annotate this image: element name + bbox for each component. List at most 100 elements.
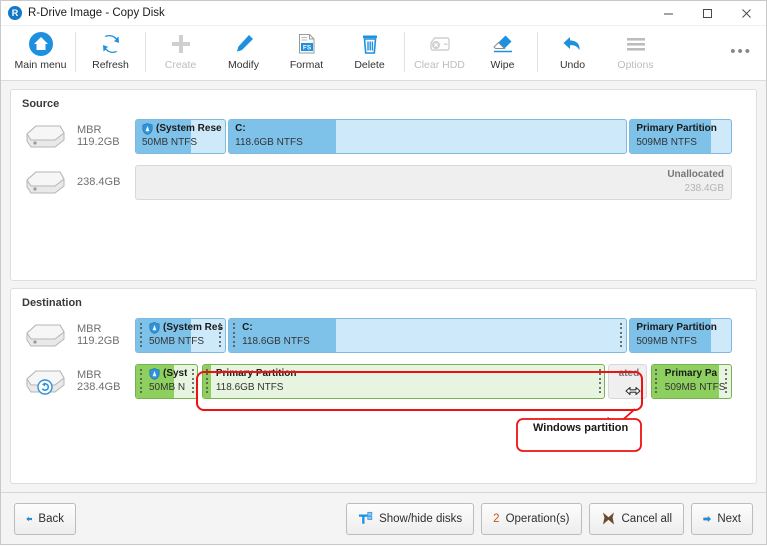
partition-name: (System Res bbox=[163, 321, 224, 333]
next-button[interactable]: Next bbox=[691, 502, 753, 535]
shield-icon bbox=[142, 122, 153, 135]
toolbar-button-modify[interactable]: Modify bbox=[212, 26, 275, 79]
disk-capacity: 238.4GB bbox=[77, 175, 121, 188]
disk-capacity: 238.4GB bbox=[77, 381, 121, 393]
partition-block[interactable]: Primary Pa 509MB NTFS bbox=[650, 363, 732, 399]
hard-disk-icon bbox=[23, 320, 67, 350]
partition-size: 50MB NTFS bbox=[149, 335, 205, 347]
partition-block-unallocated[interactable]: ated bbox=[607, 363, 648, 399]
partition-size: 50MB NTFS bbox=[142, 136, 198, 148]
source-panel: Source MBR 119.2GB (System Rese 50MB NTF… bbox=[10, 89, 757, 281]
partition-resize-handle-right[interactable] bbox=[218, 322, 223, 349]
toolbar-label: Clear HDD bbox=[414, 59, 465, 71]
disk-scheme: MBR bbox=[77, 322, 102, 335]
partition-resize-handle-left[interactable] bbox=[138, 322, 143, 349]
partition-size: 118.6GB NTFS bbox=[235, 136, 303, 148]
partition-resize-handle-left[interactable] bbox=[231, 322, 236, 349]
partition-block[interactable]: C: 118.6GB NTFS bbox=[228, 317, 627, 353]
toolbar-button-undo[interactable]: Undo bbox=[541, 26, 604, 79]
partition-block[interactable]: Primary Partition 509MB NTFS bbox=[629, 317, 732, 353]
arrow-right-icon bbox=[703, 515, 712, 522]
toolbar-separator bbox=[537, 32, 538, 72]
partition-block[interactable]: Primary Partition 509MB NTFS bbox=[629, 118, 732, 154]
plus-icon bbox=[169, 30, 193, 57]
hard-disk-restore-icon bbox=[23, 366, 67, 396]
partition-resize-handle-right[interactable] bbox=[597, 368, 602, 395]
partition-name: C: bbox=[242, 321, 253, 333]
partition-name: Primary Pa bbox=[664, 367, 718, 379]
toolbar-button-wipe[interactable]: Wipe bbox=[471, 26, 534, 79]
partition-block[interactable]: (Syst 50MB N bbox=[135, 363, 199, 399]
content-area: Source MBR 119.2GB (System Rese 50MB NTF… bbox=[1, 81, 766, 492]
minimize-icon[interactable] bbox=[649, 1, 688, 26]
show-hide-disks-button[interactable]: Show/hide disks bbox=[346, 502, 475, 535]
destination-disk-2-partition-bar: (Syst 50MB N Primary Partition 118.6GB N… bbox=[135, 363, 732, 399]
partition-resize-handle-right[interactable] bbox=[724, 368, 729, 395]
partition-block-windows[interactable]: Primary Partition 118.6GB NTFS bbox=[201, 363, 606, 399]
title-bar: R R-Drive Image - Copy Disk bbox=[1, 1, 766, 26]
destination-disk-1-partition-bar: (System Res 50MB NTFS C: 118.6GB NTFS Pr… bbox=[135, 317, 732, 353]
toolbar-label: Delete bbox=[354, 59, 385, 71]
fs-file-icon: FS bbox=[295, 30, 319, 57]
partition-resize-handle-left[interactable] bbox=[205, 368, 210, 395]
maximize-icon[interactable] bbox=[688, 1, 727, 26]
partition-name: Primary Partition bbox=[636, 321, 717, 333]
toolbar-button-refresh[interactable]: Refresh bbox=[79, 26, 142, 79]
partition-block-unallocated[interactable]: Unallocated 238.4GB bbox=[135, 164, 732, 200]
partition-block[interactable]: (System Res 50MB NTFS bbox=[135, 317, 226, 353]
toolbar-button-clear-hdd[interactable]: Clear HDD bbox=[408, 26, 471, 79]
destination-disk-1-label: MBR 119.2GB bbox=[77, 323, 135, 348]
toolbar-label: Main menu bbox=[14, 59, 67, 71]
toolbar-label: Refresh bbox=[92, 59, 129, 71]
back-button[interactable]: Back bbox=[14, 502, 76, 535]
shield-icon bbox=[149, 321, 160, 334]
partition-name: (Syst bbox=[163, 367, 188, 379]
partition-resize-handle-left[interactable] bbox=[138, 368, 143, 395]
window-title: R-Drive Image - Copy Disk bbox=[28, 7, 165, 19]
partition-resize-handle-right[interactable] bbox=[619, 322, 624, 349]
close-icon[interactable] bbox=[727, 1, 766, 26]
partition-block[interactable]: (System Rese 50MB NTFS bbox=[135, 118, 226, 154]
destination-disk-row-1[interactable]: MBR 119.2GB (System Res 50MB NTFS C: 118… bbox=[11, 315, 756, 355]
partition-resize-handle-right[interactable] bbox=[190, 368, 195, 395]
source-disk-1-partition-bar: (System Rese 50MB NTFS C: 118.6GB NTFS P… bbox=[135, 118, 732, 154]
cancel-all-button[interactable]: Cancel all bbox=[588, 502, 684, 535]
pencil-icon bbox=[232, 30, 256, 57]
partition-name: C: bbox=[235, 122, 246, 134]
disk-capacity: 119.2GB bbox=[77, 136, 120, 148]
toolbar-separator bbox=[75, 32, 76, 72]
toolbar-button-create[interactable]: Create bbox=[149, 26, 212, 79]
operations-count: 2 bbox=[493, 512, 500, 525]
source-panel-title: Source bbox=[22, 98, 60, 110]
clear-hdd-icon bbox=[428, 30, 452, 57]
partition-block[interactable]: C: 118.6GB NTFS bbox=[228, 118, 627, 154]
toolbar-button-delete[interactable]: Delete bbox=[338, 26, 401, 79]
partition-size: 509MB NTFS bbox=[636, 136, 697, 148]
cancel-all-label: Cancel all bbox=[621, 512, 673, 525]
toolbar: Main menu Refresh Create Modify FS Forma… bbox=[1, 26, 766, 81]
disks-icon bbox=[359, 511, 373, 524]
source-disk-row-2[interactable]: 238.4GB Unallocated 238.4GB bbox=[11, 162, 756, 202]
partition-size: 509MB NTFS bbox=[664, 381, 726, 393]
destination-disk-row-2[interactable]: MBR 238.4GB (Syst 50MB N Primary Partiti… bbox=[11, 361, 756, 401]
source-disk-row-1[interactable]: MBR 119.2GB (System Rese 50MB NTFS C: 11… bbox=[11, 116, 756, 156]
refresh-icon bbox=[99, 30, 123, 57]
toolbar-label: Wipe bbox=[490, 59, 515, 71]
arrow-left-icon bbox=[26, 516, 33, 521]
toolbar-label: Options bbox=[617, 59, 654, 71]
toolbar-button-format[interactable]: FS Format bbox=[275, 26, 338, 79]
hamburger-icon bbox=[624, 30, 648, 57]
operations-button[interactable]: 2 Operation(s) bbox=[481, 502, 582, 535]
trash-icon bbox=[358, 30, 382, 57]
show-hide-disks-label: Show/hide disks bbox=[379, 512, 463, 525]
back-button-label: Back bbox=[38, 512, 64, 525]
toolbar-button-main-menu[interactable]: Main menu bbox=[9, 26, 72, 79]
partition-name: Primary Partition bbox=[215, 367, 297, 379]
footer-actions: Show/hide disks 2 Operation(s) Cancel al… bbox=[346, 502, 753, 535]
partition-resize-handle-left[interactable] bbox=[654, 368, 659, 395]
toolbar-label: Undo bbox=[559, 59, 586, 71]
toolbar-button-options[interactable]: Options bbox=[604, 26, 667, 79]
toolbar-overflow-button[interactable]: ••• bbox=[730, 44, 752, 59]
partition-size: 118.6GB NTFS bbox=[242, 335, 310, 347]
next-button-label: Next bbox=[717, 512, 741, 525]
